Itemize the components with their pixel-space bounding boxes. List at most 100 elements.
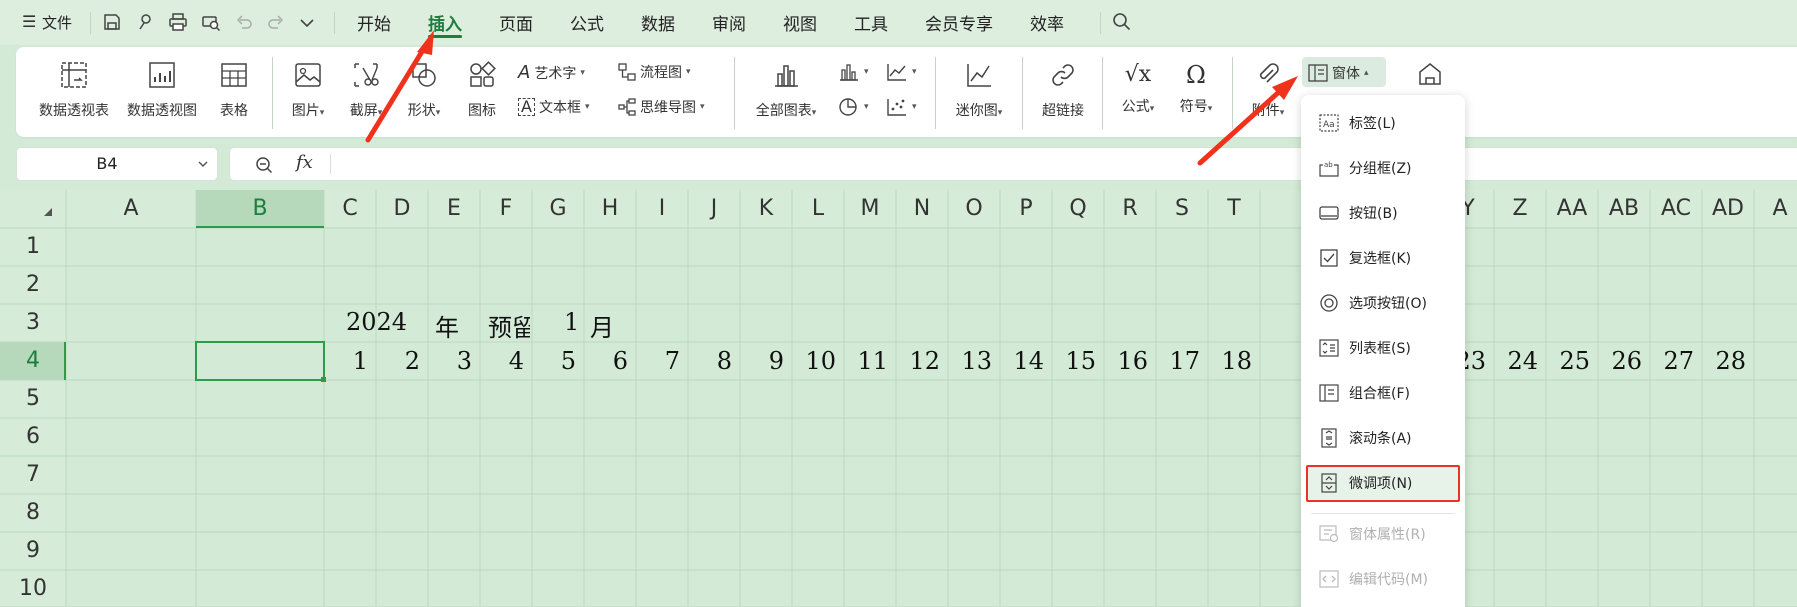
cell-day-5[interactable]: 5	[532, 347, 576, 375]
column-chart-button[interactable]: ▾	[838, 62, 869, 82]
cell-day-9[interactable]: 9	[740, 347, 784, 375]
tab-formula[interactable]: 公式	[570, 10, 604, 35]
column-header-i[interactable]: I	[636, 190, 688, 228]
textbox-button[interactable]: A 文本框 ▾	[518, 97, 589, 117]
row-header-8[interactable]: 8	[0, 494, 66, 532]
chevron-down-icon[interactable]	[298, 14, 316, 32]
column-header-n[interactable]: N	[896, 190, 948, 228]
shapes-button[interactable]: 形状▾	[400, 60, 448, 120]
flowchart-button[interactable]: 流程图 ▾	[618, 62, 691, 82]
cell-day-28[interactable]: 28	[1702, 347, 1746, 375]
zoom-icon[interactable]	[254, 155, 274, 175]
mindmap-button[interactable]: 思维导图 ▾	[618, 97, 705, 117]
cell-day-11[interactable]: 11	[844, 347, 888, 375]
form-button[interactable]: 窗体 ▴	[1302, 57, 1386, 87]
menu-item-label[interactable]: Aa 标签(L)	[1319, 111, 1396, 135]
row-header-10[interactable]: 10	[0, 570, 66, 607]
tab-review[interactable]: 审阅	[712, 10, 746, 35]
cell-day-7[interactable]: 7	[636, 347, 680, 375]
column-header-j[interactable]: J	[688, 190, 740, 228]
row-header-1[interactable]: 1	[0, 228, 66, 266]
column-header-c[interactable]: C	[324, 190, 376, 228]
row-header-3[interactable]: 3	[0, 304, 66, 342]
cell-day-16[interactable]: 16	[1104, 347, 1148, 375]
column-header-d[interactable]: D	[376, 190, 428, 228]
chevron-down-icon[interactable]	[197, 158, 209, 170]
cell-month-unit[interactable]: 月	[590, 308, 614, 343]
column-header-aa[interactable]: AA	[1546, 190, 1598, 228]
tab-insert[interactable]: 插入	[428, 10, 462, 35]
cell-day-13[interactable]: 13	[948, 347, 992, 375]
menu-item-button[interactable]: 按钮(B)	[1319, 201, 1398, 225]
column-header-ab[interactable]: AB	[1598, 190, 1650, 228]
all-charts-button[interactable]: 全部图表▾	[748, 60, 824, 120]
cell-day-10[interactable]: 10	[792, 347, 836, 375]
attachment-button[interactable]: 附件▾	[1244, 60, 1292, 120]
row-header-9[interactable]: 9	[0, 532, 66, 570]
row-header-4[interactable]: 4	[0, 342, 66, 380]
fx-icon[interactable]: fx	[296, 152, 313, 173]
cell-day-6[interactable]: 6	[584, 347, 628, 375]
column-header-a[interactable]: A	[1754, 190, 1797, 228]
formula-bar[interactable]: fx	[229, 147, 1797, 181]
cell-day-15[interactable]: 15	[1052, 347, 1096, 375]
scatter-chart-button[interactable]: ▾	[886, 97, 917, 117]
column-header-q[interactable]: Q	[1052, 190, 1104, 228]
spreadsheet-grid[interactable]	[0, 190, 1797, 607]
column-header-o[interactable]: O	[948, 190, 1000, 228]
hamburger-icon[interactable]: ☰	[22, 12, 36, 31]
cell-day-14[interactable]: 14	[1000, 347, 1044, 375]
cell-day-8[interactable]: 8	[688, 347, 732, 375]
column-header-m[interactable]: M	[844, 190, 896, 228]
resource-icon[interactable]	[1416, 60, 1444, 88]
table-button[interactable]: 表格	[210, 60, 258, 120]
row-header-5[interactable]: 5	[0, 380, 66, 418]
column-header-ad[interactable]: AD	[1702, 190, 1754, 228]
export-icon[interactable]	[135, 12, 155, 32]
tab-tools[interactable]: 工具	[854, 10, 888, 35]
save-icon[interactable]	[102, 12, 122, 32]
row-header-6[interactable]: 6	[0, 418, 66, 456]
tab-member[interactable]: 会员专享	[925, 10, 993, 35]
wordart-button[interactable]: A 艺术字 ▾	[518, 62, 585, 83]
column-header-t[interactable]: T	[1208, 190, 1260, 228]
column-header-ac[interactable]: AC	[1650, 190, 1702, 228]
column-header-h[interactable]: H	[584, 190, 636, 228]
screenshot-button[interactable]: 截屏▾	[342, 60, 390, 120]
menu-item-listbox[interactable]: 列表框(S)	[1319, 336, 1411, 360]
pivot-chart-button[interactable]: 数据透视图	[122, 60, 202, 120]
cell-month[interactable]: 1	[564, 308, 579, 336]
search-icon[interactable]	[1112, 12, 1132, 32]
cell-day-4[interactable]: 4	[480, 347, 524, 375]
hyperlink-button[interactable]: 超链接	[1034, 60, 1092, 120]
symbol-button[interactable]: Ω 符号▾	[1172, 60, 1220, 116]
cell-day-2[interactable]: 2	[376, 347, 420, 375]
column-header-l[interactable]: L	[792, 190, 844, 228]
column-header-s[interactable]: S	[1156, 190, 1208, 228]
cell-day-1[interactable]: 1	[324, 347, 368, 375]
picture-button[interactable]: 图片▾	[284, 60, 332, 120]
icons-button[interactable]: 图标	[458, 60, 506, 120]
column-header-a[interactable]: A	[66, 190, 196, 228]
line-chart-button[interactable]: ▾	[886, 62, 917, 82]
cell-year[interactable]: 2024	[346, 308, 407, 336]
column-header-p[interactable]: P	[1000, 190, 1052, 228]
pivot-table-button[interactable]: 数据透视表	[34, 60, 114, 120]
column-header-z[interactable]: Z	[1494, 190, 1546, 228]
column-header-r[interactable]: R	[1104, 190, 1156, 228]
cell-day-3[interactable]: 3	[428, 347, 472, 375]
column-header-g[interactable]: G	[532, 190, 584, 228]
tab-efficiency[interactable]: 效率	[1030, 10, 1064, 35]
cell-day-24[interactable]: 24	[1494, 347, 1538, 375]
tab-view[interactable]: 视图	[783, 10, 817, 35]
column-header-b[interactable]: B	[196, 190, 324, 228]
pie-chart-button[interactable]: ▾	[838, 97, 869, 117]
tab-page[interactable]: 页面	[499, 10, 533, 35]
tab-home[interactable]: 开始	[357, 10, 391, 35]
name-box[interactable]: B4	[16, 147, 218, 181]
column-header-k[interactable]: K	[740, 190, 792, 228]
menu-item-option-button[interactable]: 选项按钮(O)	[1319, 291, 1427, 315]
formula-button[interactable]: √x 公式▾	[1114, 60, 1162, 116]
print-icon[interactable]	[168, 12, 188, 32]
menu-item-checkbox[interactable]: 复选框(K)	[1319, 246, 1411, 270]
